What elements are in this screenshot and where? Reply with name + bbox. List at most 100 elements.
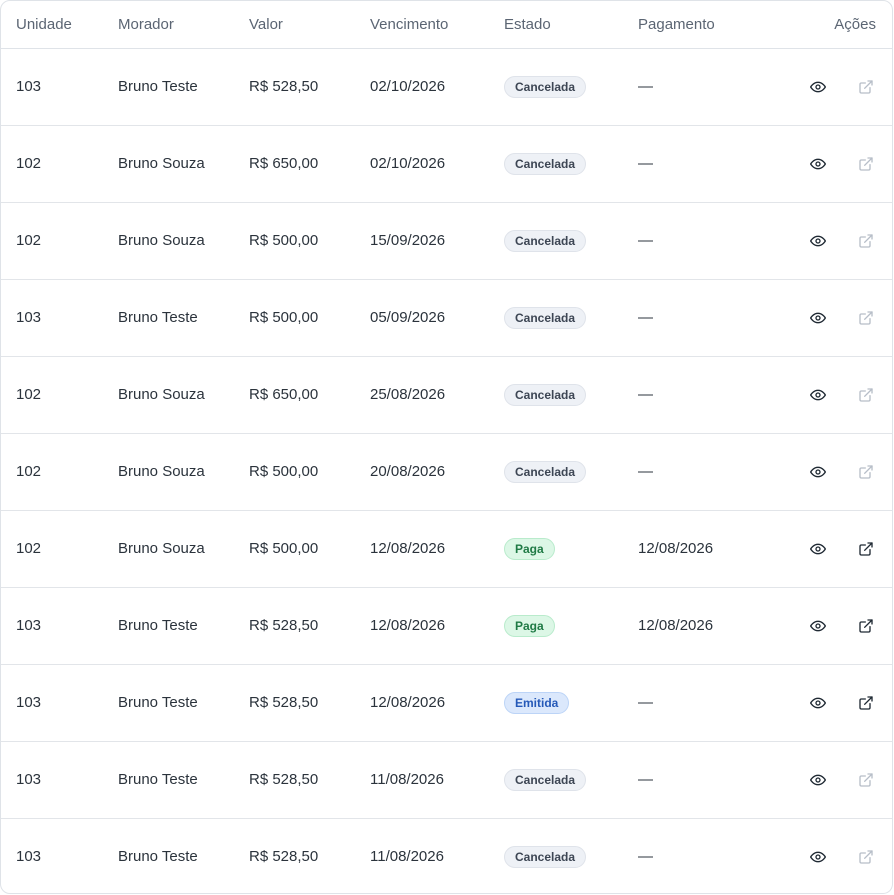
cell-vencimento: 15/09/2026	[370, 202, 504, 280]
external-link-icon[interactable]	[856, 539, 876, 559]
header-unidade[interactable]: Unidade	[1, 1, 118, 49]
invoices-table: Unidade Morador Valor Vencimento Estado …	[1, 1, 892, 893]
status-badge: Cancelada	[504, 460, 587, 483]
header-acoes: Ações	[788, 1, 892, 49]
cell-valor: R$ 528,50	[249, 848, 319, 866]
cell-estado: Cancelada	[504, 356, 638, 434]
status-badge: Cancelada	[504, 306, 587, 329]
eye-icon[interactable]	[808, 77, 828, 97]
status-badge: Cancelada	[504, 75, 587, 98]
cell-morador: Bruno Souza	[118, 202, 249, 280]
cell-morador: Bruno Souza	[118, 125, 249, 203]
cell-morador: Bruno Souza	[118, 510, 249, 588]
eye-icon[interactable]	[808, 462, 828, 482]
cell-pagamento: —	[638, 48, 788, 126]
external-link-icon	[856, 462, 876, 482]
status-badge: Cancelada	[504, 229, 587, 252]
cell-estado: Cancelada	[504, 202, 638, 280]
table-header-row: Unidade Morador Valor Vencimento Estado …	[1, 1, 892, 49]
cell-pagamento: —	[638, 433, 788, 511]
status-badge: Cancelada	[504, 768, 587, 791]
external-link-icon[interactable]	[856, 693, 876, 713]
external-link-icon	[856, 385, 876, 405]
eye-icon[interactable]	[808, 539, 828, 559]
cell-acoes	[788, 587, 892, 665]
cell-morador: Bruno Teste	[118, 664, 249, 742]
table-row: 102 Bruno Souza R$ 500,00 15/09/2026 Cancela…	[1, 202, 892, 280]
cell-acoes	[788, 48, 892, 126]
cell-unidade: 103	[1, 664, 118, 742]
cell-valor: R$ 500,00	[249, 510, 370, 588]
cell-acoes	[788, 664, 892, 742]
cell-morador: Bruno Teste	[118, 587, 249, 665]
cell-valor: R$ 528,50	[249, 741, 370, 819]
cell-vencimento: 12/08/2026	[370, 587, 504, 665]
cell-acoes	[788, 125, 892, 203]
cell-morador: Bruno Teste	[118, 279, 249, 357]
eye-icon[interactable]	[808, 385, 828, 405]
eye-icon[interactable]	[808, 231, 828, 251]
table-body: 103 Bruno Teste R$ 528,50 02/10/2026 Cancela…	[1, 48, 892, 893]
eye-icon[interactable]	[808, 616, 828, 636]
cell-vencimento: 25/08/2026	[370, 356, 504, 434]
cell-valor: R$ 528,50	[249, 48, 370, 126]
status-badge: Cancelada	[504, 152, 587, 175]
cell-acoes	[788, 279, 892, 357]
cell-pagamento: —	[638, 664, 788, 742]
cell-vencimento: 02/10/2026	[370, 48, 504, 126]
cell-estado: Cancelada	[504, 125, 638, 203]
cell-valor: R$ 650,00	[249, 125, 370, 203]
header-vencimento[interactable]: Vencimento	[370, 1, 504, 49]
cell-acoes	[788, 818, 892, 893]
cell-morador: Bruno Teste	[118, 848, 198, 866]
eye-icon[interactable]	[808, 154, 828, 174]
cell-estado: Paga	[504, 587, 638, 665]
cell-morador: Bruno Teste	[118, 48, 249, 126]
cell-pagamento: —	[638, 741, 788, 819]
table-row: 103 Bruno Teste R$ 528,50 11/08/2026 Cancela…	[1, 741, 892, 819]
status-badge: Emitida	[504, 691, 570, 714]
table-row: 103 Bruno Teste R$ 500,00 05/09/2026 Cancela…	[1, 279, 892, 357]
eye-icon[interactable]	[808, 847, 828, 867]
external-link-icon	[856, 847, 876, 867]
cell-estado: Emitida	[504, 664, 638, 742]
header-pagamento[interactable]: Pagamento	[638, 1, 788, 49]
cell-vencimento: 12/08/2026	[370, 510, 504, 588]
cell-vencimento: 20/08/2026	[370, 433, 504, 511]
external-link-icon	[856, 154, 876, 174]
cell-pagamento: —	[638, 848, 653, 866]
table-row: 103 Bruno Teste R$ 528,50 02/10/2026 Cancela…	[1, 48, 892, 126]
cell-vencimento: 11/08/2026	[370, 741, 504, 819]
cell-pagamento: 12/08/2026	[638, 587, 788, 665]
cell-acoes	[788, 510, 892, 588]
cell-morador: Bruno Souza	[118, 433, 249, 511]
cell-acoes	[788, 741, 892, 819]
cell-acoes	[788, 202, 892, 280]
cell-vencimento: 11/08/2026	[370, 848, 444, 866]
header-morador[interactable]: Morador	[118, 1, 249, 49]
header-valor[interactable]: Valor	[249, 1, 370, 49]
cell-unidade: 103	[1, 587, 118, 665]
cell-estado: Cancelada	[504, 818, 638, 893]
eye-icon[interactable]	[808, 308, 828, 328]
cell-morador: Bruno Teste	[118, 741, 249, 819]
table-row: 102 Bruno Souza R$ 500,00 20/08/2026 Cancela…	[1, 433, 892, 511]
table-row: 103 Bruno Teste R$ 528,50 12/08/2026 Paga 12/…	[1, 587, 892, 665]
eye-icon[interactable]	[808, 770, 828, 790]
cell-vencimento: 05/09/2026	[370, 279, 504, 357]
eye-icon[interactable]	[808, 693, 828, 713]
external-link-icon[interactable]	[856, 616, 876, 636]
cell-valor: R$ 500,00	[249, 433, 370, 511]
cell-unidade: 103	[1, 48, 118, 126]
status-badge: Cancelada	[504, 383, 587, 406]
table-row: 102 Bruno Souza R$ 500,00 12/08/2026 Paga 12/…	[1, 510, 892, 588]
cell-estado: Cancelada	[504, 279, 638, 357]
header-estado[interactable]: Estado	[504, 1, 638, 49]
external-link-icon	[856, 308, 876, 328]
status-badge: Paga	[504, 537, 555, 560]
cell-unidade: 103	[16, 848, 42, 866]
cell-unidade: 102	[1, 125, 118, 203]
cell-valor: R$ 500,00	[249, 202, 370, 280]
cell-valor: R$ 528,50	[249, 664, 370, 742]
cell-unidade: 103	[1, 741, 118, 819]
